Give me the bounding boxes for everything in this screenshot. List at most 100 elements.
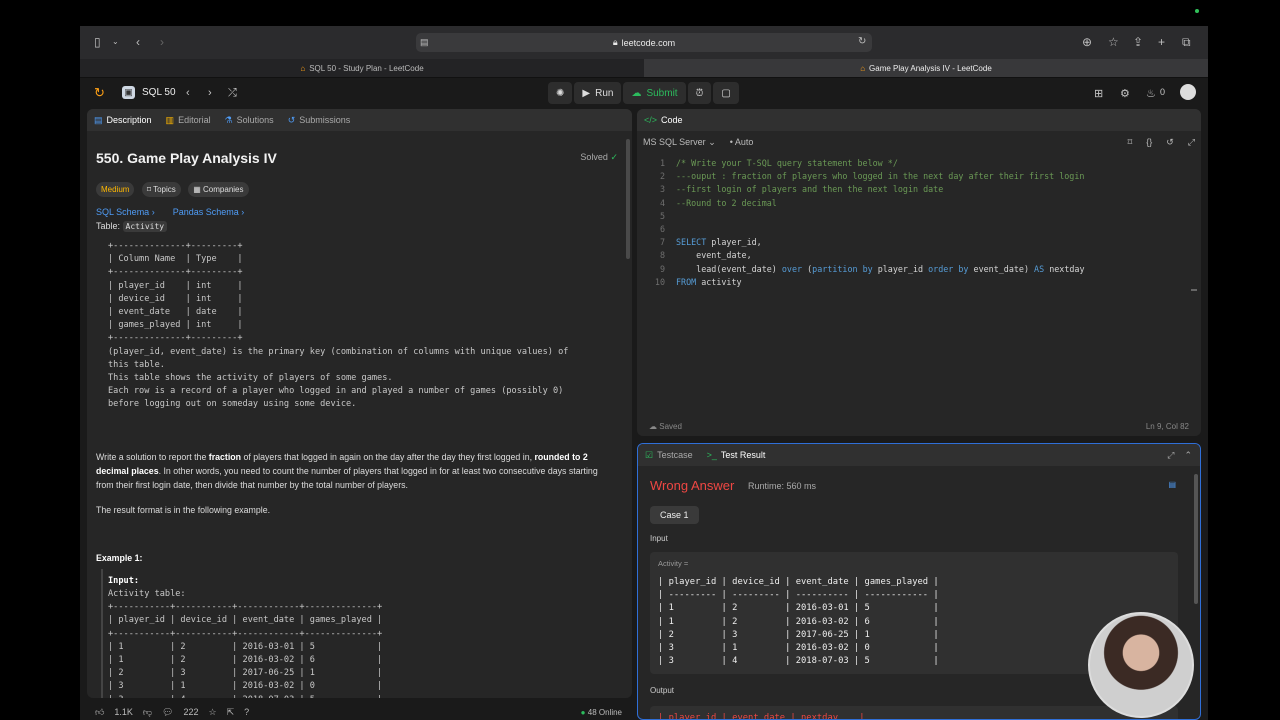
line-number: 2 [659, 171, 665, 182]
tab-solutions[interactable]: ⚗ Solutions [218, 115, 281, 126]
topics-pill[interactable]: ⌑ Topics [141, 182, 181, 197]
run-button[interactable]: ▶ Run [574, 82, 622, 104]
back-icon[interactable]: ‹ [136, 35, 140, 49]
code-token: ---ouput : fraction of players who logge… [676, 171, 1085, 182]
star-icon[interactable]: ☆ [209, 707, 217, 718]
pandas-schema-link[interactable]: Pandas Schema › [173, 207, 245, 217]
thumbs-up-icon[interactable]: 👍︎ [95, 707, 104, 718]
document-icon: ▤ [94, 114, 103, 125]
browser-tabs: ⌂ SQL 50 - Study Plan - LeetCode ⌂ Game … [80, 59, 1208, 78]
timer-button[interactable]: ⏰︎ [687, 82, 712, 104]
diff-icon[interactable]: ▤ [1168, 480, 1176, 489]
tab-test-result[interactable]: >_ Test Result [700, 450, 773, 460]
language-select[interactable]: MS SQL Server ⌄ [643, 137, 716, 148]
bookmark-icon[interactable]: ⌑ [1128, 137, 1133, 148]
layout-icon[interactable]: ⊞ [1094, 87, 1103, 100]
chevron-up-icon[interactable]: ⌃ [1184, 450, 1192, 461]
note-icon: ▢ [721, 87, 731, 99]
study-plan-title[interactable]: SQL 50 [142, 87, 176, 98]
tab-submissions[interactable]: ↺ Submissions [281, 115, 358, 126]
example-block: Activity table: +-----------+-----------… [108, 589, 383, 698]
autocomplete-toggle[interactable]: • Auto [730, 137, 754, 147]
expand-icon[interactable]: ⤢ [1188, 137, 1195, 148]
line-number: 6 [659, 224, 665, 234]
run-submit-group: ✺ ▶ Run ☁ Submit ⏰︎ ▢ [548, 82, 739, 104]
reset-icon[interactable]: ↺ [1166, 137, 1174, 148]
sql-schema-link[interactable]: SQL Schema › [96, 207, 155, 217]
tab-overview-icon[interactable]: ⧉ [1182, 35, 1191, 49]
avatar[interactable] [1180, 84, 1196, 100]
example-divider [101, 569, 103, 698]
code-token: over [781, 263, 808, 274]
chevron-down-icon: ⌄ [708, 136, 716, 147]
run-label: Run [595, 87, 614, 99]
bug-icon: ✺ [556, 87, 565, 99]
browser-tab-study-plan[interactable]: ⌂ SQL 50 - Study Plan - LeetCode [80, 59, 644, 77]
camera-indicator-icon [1195, 9, 1199, 13]
scrollbar[interactable] [626, 139, 630, 259]
difficulty-badge[interactable]: Medium [96, 182, 135, 197]
example-title: Example 1: [96, 553, 143, 563]
forward-icon[interactable]: › [160, 35, 164, 49]
star-icon[interactable]: ☆ [1108, 35, 1119, 49]
reload-icon[interactable]: ↻ [858, 35, 866, 49]
lock-icon: • [729, 137, 733, 147]
example-input-label: Input: [108, 576, 140, 586]
schema-links: SQL Schema › Pandas Schema › [96, 207, 244, 217]
code-token: event_date) [973, 263, 1035, 274]
next-problem-icon[interactable]: › [208, 87, 212, 99]
browser-tab-game-play[interactable]: ⌂ Game Play Analysis IV - LeetCode [644, 59, 1208, 77]
statement-text: . In other words, you need to count the … [96, 466, 598, 490]
prev-problem-icon[interactable]: ‹ [186, 87, 190, 99]
line-text: /* Write your T-SQL query statement belo… [676, 157, 898, 170]
tab-label: Solutions [236, 115, 274, 125]
tag-row: Medium ⌑ Topics ▦ Companies [96, 179, 252, 197]
tab-label: Test Result [720, 450, 766, 460]
statement-bold: fraction [208, 452, 242, 462]
tab-code[interactable]: </> Code [637, 115, 690, 125]
tab-editorial[interactable]: ▥ Editorial [159, 115, 218, 126]
download-icon[interactable]: ⊕ [1082, 35, 1092, 49]
help-icon[interactable]: ? [244, 707, 249, 717]
companies-pill[interactable]: ▦ Companies [188, 182, 249, 197]
code-token: SELECT [676, 237, 712, 248]
share-icon[interactable]: ⇱ [227, 707, 235, 718]
tab-testcase[interactable]: ☑ Testcase [638, 450, 700, 461]
lock-icon: 🔒︎ [612, 37, 618, 47]
case-1-button[interactable]: Case 1 [650, 506, 699, 524]
problem-statement: Write a solution to report the fraction … [96, 450, 606, 492]
submit-button[interactable]: ☁ Submit [623, 82, 686, 104]
comment-icon[interactable]: 💬︎ [162, 707, 173, 718]
share-icon[interactable]: ⇪ [1133, 35, 1143, 49]
thumbs-down-icon[interactable]: 👎︎ [143, 707, 152, 718]
line-number: 1 [659, 158, 665, 168]
chevron-down-icon[interactable]: ⌄ [112, 35, 119, 49]
notes-button[interactable]: ▢ [713, 82, 739, 104]
editor-status-bar: ☁ Saved Ln 9, Col 82 [637, 416, 1201, 436]
new-tab-icon[interactable]: + [1158, 35, 1165, 49]
shuffle-icon[interactable]: ⤮ [228, 87, 237, 100]
leetcode-logo-icon[interactable]: ↻ [94, 85, 105, 101]
output-box: | player_id | event_date | nextday | [650, 706, 1178, 719]
debug-button[interactable]: ✺ [548, 82, 573, 104]
input-label: Input [650, 534, 668, 543]
braces-icon[interactable]: {} [1146, 137, 1152, 147]
solved-status: Solved ✓ [580, 152, 618, 163]
sidebar-toggle-icon[interactable]: ▯ [94, 35, 101, 49]
url-bar[interactable]: 🔒︎ leetcode.com [416, 33, 872, 52]
code-token: partition by [812, 263, 878, 274]
line-number: 4 [659, 197, 665, 208]
scrollbar[interactable] [1194, 474, 1198, 604]
chevron-right-icon: › [241, 207, 245, 217]
tab-description[interactable]: ▤ Description [87, 115, 159, 126]
line-number: 5 [659, 210, 665, 221]
description-footer: 👍︎ 1.1K 👎︎ 💬︎ 222 ☆ ⇱ ? ● 48 Online [87, 704, 632, 720]
expand-icon[interactable]: ⤢ [1167, 450, 1174, 461]
code-token: lead(event_date) [676, 263, 782, 274]
line-text: ---ouput : fraction of players who logge… [676, 170, 1084, 183]
settings-gear-icon[interactable]: ⚙ [1120, 87, 1130, 100]
fire-streak-icon[interactable]: ♨ [1146, 87, 1156, 100]
runtime: Runtime: 560 ms [748, 481, 817, 491]
code-tabs: </> Code [637, 109, 1201, 131]
saved-status: ☁ Saved [649, 422, 682, 431]
